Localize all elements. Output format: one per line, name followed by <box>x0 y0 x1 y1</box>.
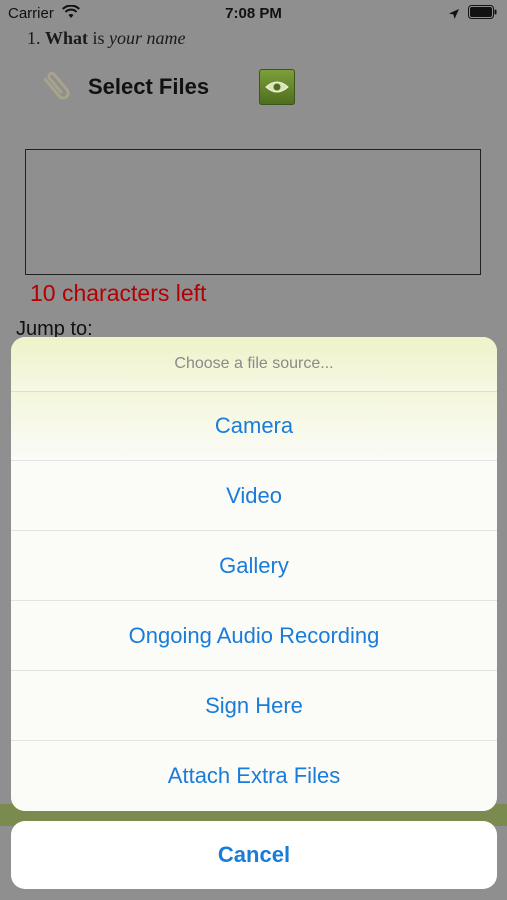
camera-option[interactable]: Camera <box>11 392 497 461</box>
answer-text-area[interactable] <box>25 149 481 275</box>
paperclip-icon[interactable] <box>38 66 74 106</box>
video-option[interactable]: Video <box>11 461 497 531</box>
question-number: 1. <box>27 28 41 48</box>
question-label: 1. What is your name <box>27 28 186 49</box>
location-arrow-icon <box>448 7 460 24</box>
question-bold-text: What <box>45 28 89 48</box>
question-italic-text: your name <box>109 28 186 48</box>
select-files-button[interactable]: Select Files <box>88 74 209 100</box>
preview-button[interactable] <box>259 69 295 105</box>
clock: 7:08 PM <box>225 5 282 22</box>
action-sheet-title: Choose a file source... <box>11 337 497 392</box>
question-mid-text: is <box>92 28 105 48</box>
attach-extra-files-option[interactable]: Attach Extra Files <box>11 741 497 811</box>
character-counter: 10 characters left <box>30 280 207 306</box>
sign-here-option[interactable]: Sign Here <box>11 671 497 741</box>
eye-icon <box>265 79 289 100</box>
cancel-button[interactable]: Cancel <box>11 821 497 889</box>
gallery-option[interactable]: Gallery <box>11 531 497 601</box>
status-bar: Carrier 7:08 PM <box>0 0 507 30</box>
audio-recording-option[interactable]: Ongoing Audio Recording <box>11 601 497 671</box>
file-source-action-sheet: Choose a file source... Camera Video Gal… <box>11 337 497 811</box>
battery-icon <box>468 5 498 23</box>
